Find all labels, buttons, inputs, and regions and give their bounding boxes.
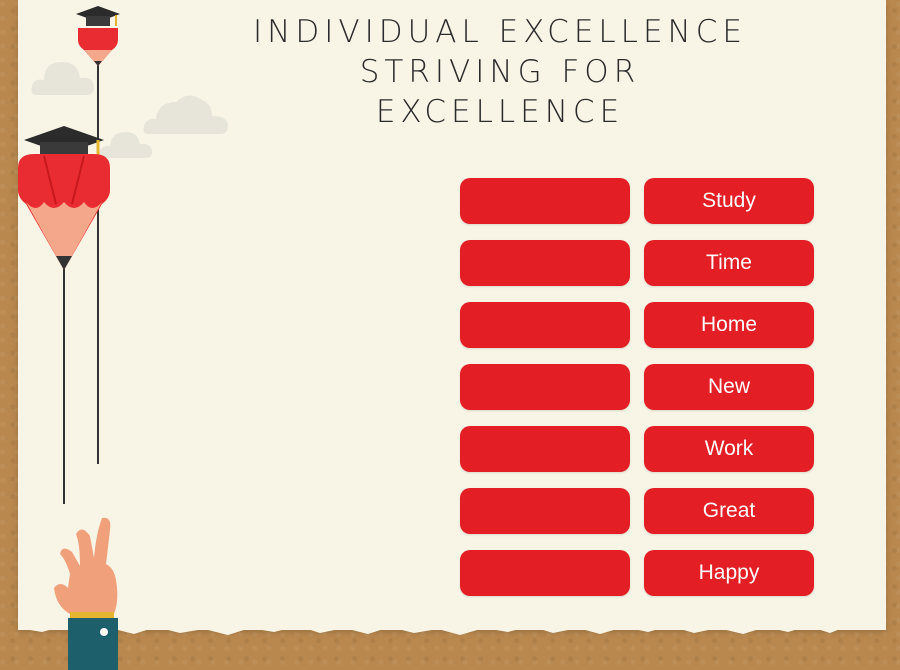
- word-button-work[interactable]: Work: [644, 426, 814, 472]
- blank-slot-3[interactable]: [460, 302, 630, 348]
- hand-icon: [54, 517, 118, 670]
- word-button-happy[interactable]: Happy: [644, 550, 814, 596]
- blank-slot-7[interactable]: [460, 550, 630, 596]
- word-button-study[interactable]: Study: [644, 178, 814, 224]
- blank-slot-1[interactable]: [460, 178, 630, 224]
- page-title: INDIVIDUAL EXCELLENCE: [253, 14, 747, 50]
- word-button-new[interactable]: New: [644, 364, 814, 410]
- word-button-time[interactable]: Time: [644, 240, 814, 286]
- torn-paper-edge: [18, 606, 886, 635]
- word-button-home[interactable]: Home: [644, 302, 814, 348]
- blank-slot-4[interactable]: [460, 364, 630, 410]
- page-subtitle: STRIVING FOR EXCELLENCE: [359, 54, 641, 130]
- word-button-great[interactable]: Great: [644, 488, 814, 534]
- cloud-icon: [143, 95, 228, 134]
- blank-slot-2[interactable]: [460, 240, 630, 286]
- blank-slot-6[interactable]: [460, 488, 630, 534]
- balloon-pencil-icon: [18, 126, 110, 504]
- blank-slot-5[interactable]: [460, 426, 630, 472]
